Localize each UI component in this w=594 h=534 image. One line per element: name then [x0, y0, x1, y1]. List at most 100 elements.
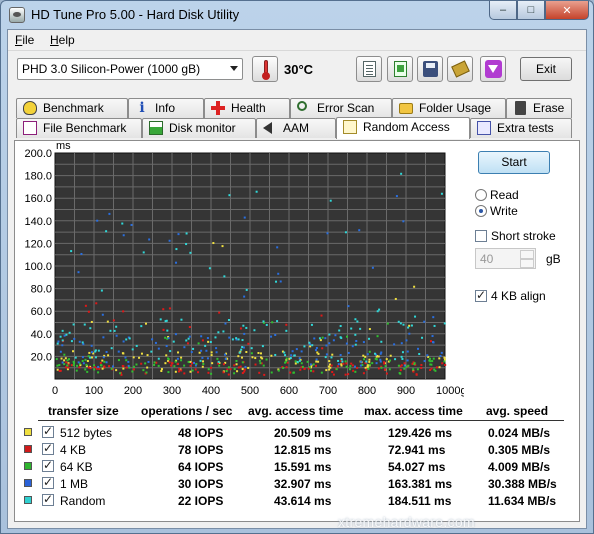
- cell-avg-speed: 11.634 MB/s: [488, 494, 557, 508]
- tab-benchmark[interactable]: Benchmark: [16, 98, 128, 118]
- data-point-random: [214, 336, 217, 339]
- menu-file-label: ile: [22, 33, 35, 47]
- short-stroke-spinner[interactable]: 40: [475, 248, 536, 269]
- title-bar[interactable]: HD Tune Pro 5.00 - Hard Disk Utility – □…: [1, 1, 593, 29]
- data-point-random: [285, 329, 288, 332]
- y-tick-label: 140.0: [24, 216, 52, 228]
- data-point-random: [222, 330, 225, 333]
- data-point-random: [265, 323, 268, 326]
- data-point-64-kb: [403, 367, 406, 370]
- copy-info-button[interactable]: [356, 56, 382, 82]
- data-point-512-bytes: [221, 245, 224, 248]
- spin-down-icon[interactable]: [520, 259, 534, 268]
- cell-avg-access: 20.509 ms: [274, 426, 332, 440]
- data-point-512-bytes: [198, 351, 201, 354]
- tab-info[interactable]: i Info: [128, 98, 204, 118]
- cell-ops: 30 IOPS: [178, 477, 224, 491]
- close-button[interactable]: ✕: [545, 1, 589, 20]
- options-button[interactable]: [447, 56, 473, 82]
- data-point-1-mb: [315, 358, 318, 361]
- data-point-64-kb: [93, 368, 96, 371]
- spin-up-icon[interactable]: [520, 250, 534, 259]
- data-point-4-kb: [180, 369, 183, 372]
- data-point-512-bytes: [394, 297, 397, 300]
- read-radio[interactable]: [475, 189, 487, 201]
- data-point-1-mb: [59, 350, 62, 353]
- data-point-random: [399, 322, 402, 325]
- exit-button[interactable]: Exit: [520, 57, 572, 81]
- data-point-64-kb: [187, 360, 190, 363]
- table-row: 512 bytes 48 IOPS 20.509 ms 129.426 ms 0.024…: [24, 424, 564, 441]
- tab-extra-tests[interactable]: Extra tests: [470, 118, 572, 138]
- write-radio[interactable]: [475, 205, 487, 217]
- menu-file[interactable]: File: [15, 33, 34, 47]
- maximize-button[interactable]: □: [517, 1, 545, 20]
- short-stroke-checkbox[interactable]: [475, 230, 487, 242]
- x-tick-label: 600: [280, 385, 298, 397]
- tab-health[interactable]: Health: [204, 98, 290, 118]
- data-point-4-kb: [342, 362, 345, 365]
- menu-help[interactable]: Help: [50, 33, 75, 47]
- data-point-4-kb: [88, 366, 91, 369]
- data-point-64-kb: [55, 358, 58, 361]
- data-point-512-bytes: [328, 360, 331, 363]
- drive-select[interactable]: PHD 3.0 Silicon-Power (1000 gB): [17, 58, 243, 80]
- series-checkbox[interactable]: [42, 441, 54, 455]
- tab-file-benchmark[interactable]: File Benchmark: [16, 118, 142, 138]
- x-tick-label: 1000gB: [436, 385, 464, 397]
- data-point-512-bytes: [56, 368, 59, 371]
- data-point-1-mb: [432, 341, 435, 344]
- data-point-64-kb: [265, 358, 268, 361]
- data-point-4-kb: [194, 368, 197, 371]
- data-point-64-kb: [413, 362, 416, 365]
- data-point-64-kb: [110, 367, 113, 370]
- temperature-button[interactable]: [252, 56, 278, 82]
- start-button[interactable]: Start: [478, 151, 550, 174]
- minimize-button[interactable]: –: [489, 1, 517, 20]
- data-point-1-mb: [393, 343, 396, 346]
- data-point-random: [283, 351, 286, 354]
- data-point-64-kb: [335, 368, 338, 371]
- tab-disk-monitor[interactable]: Disk monitor: [142, 118, 256, 138]
- data-point-random: [74, 356, 77, 359]
- data-point-4-kb: [191, 362, 194, 365]
- data-point-512-bytes: [368, 328, 371, 331]
- data-point-64-kb: [384, 365, 387, 368]
- data-point-512-bytes: [317, 360, 320, 363]
- series-checkbox[interactable]: [42, 424, 54, 438]
- align-checkbox[interactable]: [475, 288, 487, 302]
- data-point-512-bytes: [88, 351, 91, 354]
- data-point-1-mb: [440, 351, 443, 354]
- series-checkbox[interactable]: [42, 458, 54, 472]
- data-point-64-kb: [348, 368, 351, 371]
- data-point-64-kb: [85, 363, 88, 366]
- data-point-64-kb: [174, 360, 177, 363]
- series-checkbox[interactable]: [42, 492, 54, 506]
- data-point-64-kb: [258, 359, 261, 362]
- tab-label: Extra tests: [497, 121, 554, 135]
- data-point-512-bytes: [240, 356, 243, 359]
- data-point-random: [350, 327, 353, 330]
- tab-folder-usage[interactable]: Folder Usage: [392, 98, 506, 118]
- tab-aam[interactable]: AAM: [256, 118, 336, 138]
- tab-random-access[interactable]: Random Access: [336, 117, 470, 139]
- series-checkbox[interactable]: [42, 475, 54, 489]
- data-point-random: [354, 343, 357, 346]
- data-point-4-kb: [59, 369, 62, 372]
- save-button[interactable]: [417, 56, 443, 82]
- tab-error-scan[interactable]: Error Scan: [290, 98, 392, 118]
- data-point-1-mb: [124, 356, 127, 359]
- data-point-64-kb: [430, 363, 433, 366]
- data-point-64-kb: [282, 366, 285, 369]
- data-point-1-mb: [82, 362, 85, 365]
- data-point-random: [402, 323, 405, 326]
- data-point-random: [275, 280, 278, 283]
- data-point-64-kb: [72, 360, 75, 363]
- tab-erase[interactable]: Erase: [506, 98, 572, 118]
- download-button[interactable]: [480, 56, 506, 82]
- table-row: 4 KB 78 IOPS 12.815 ms 72.941 ms 0.305 MB/s: [24, 441, 564, 458]
- align-label: 4 KB align: [491, 289, 546, 303]
- data-point-random: [241, 346, 244, 349]
- copy-screenshot-button[interactable]: [387, 56, 413, 82]
- write-label: Write: [490, 204, 518, 218]
